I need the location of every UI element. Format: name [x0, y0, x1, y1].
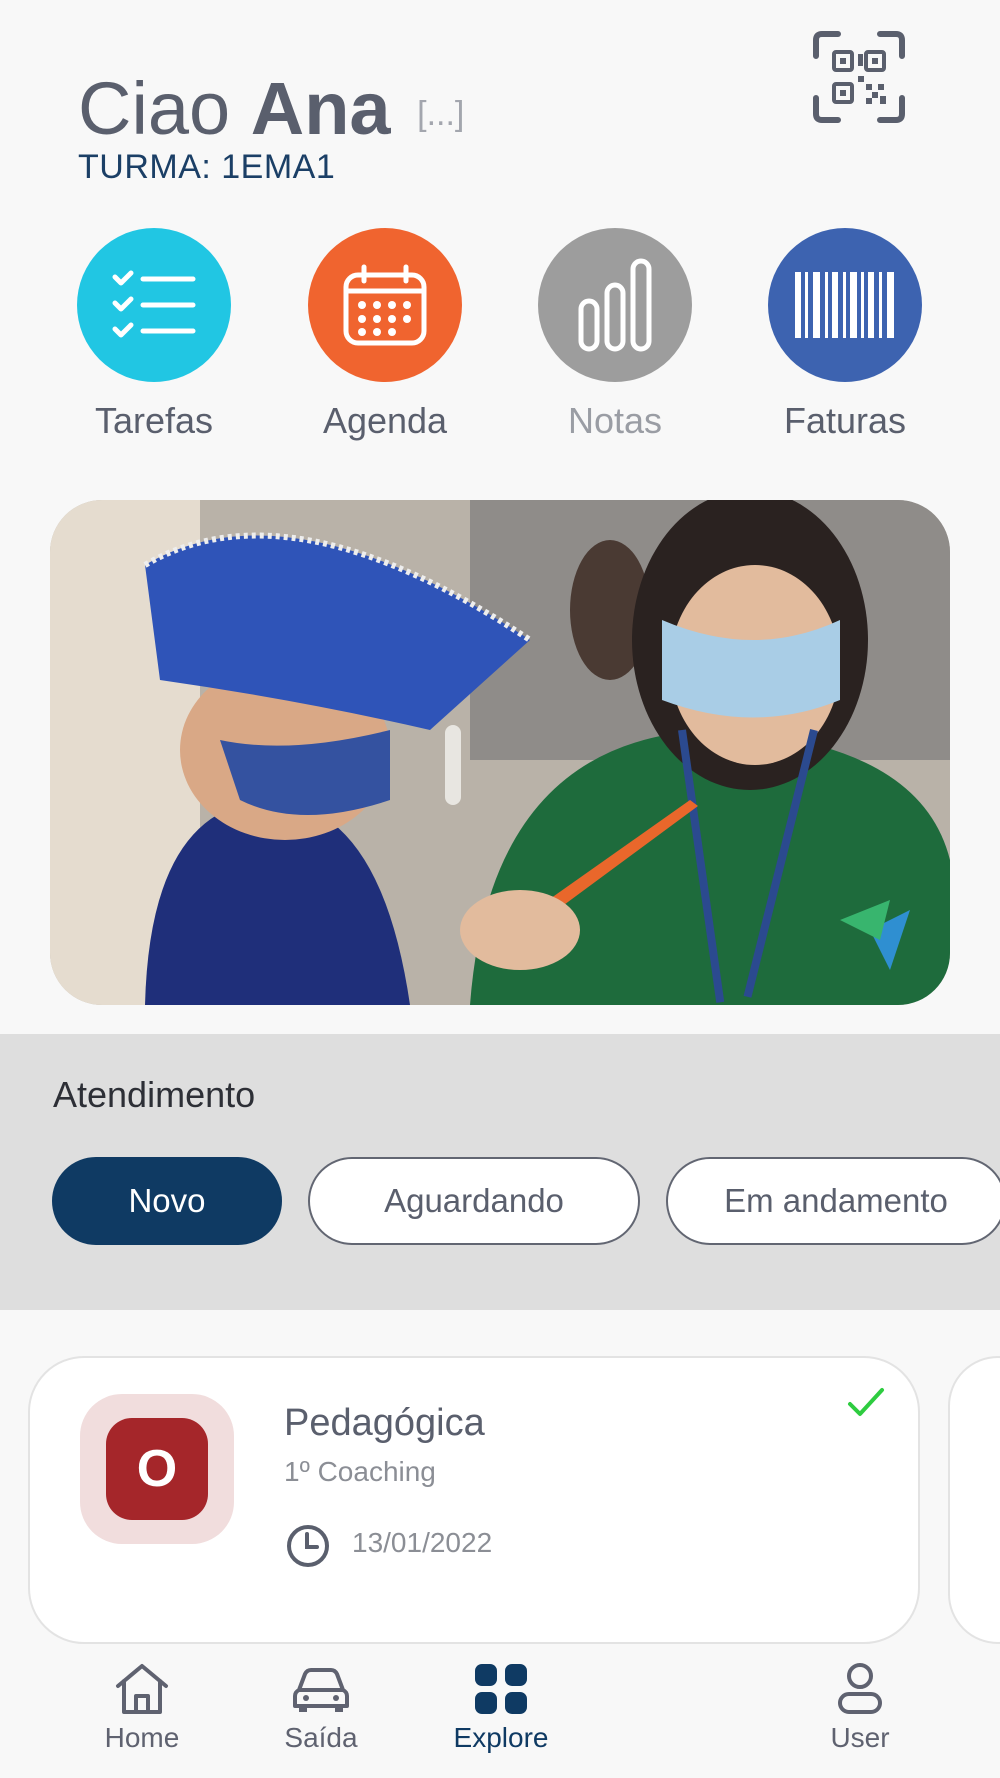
class-label: TURMA: 1EMA1: [78, 148, 336, 186]
home-icon: [116, 1664, 168, 1714]
check-icon: [848, 1388, 884, 1416]
action-label: Tarefas: [94, 400, 214, 441]
nav-label: Saída: [284, 1722, 358, 1753]
nav-label: Explore: [453, 1722, 549, 1753]
action-label: Notas: [567, 400, 663, 441]
qr-code-icon[interactable]: [812, 30, 906, 124]
greeting-prefix: Ciao: [78, 67, 231, 150]
nav-saida[interactable]: Saída: [241, 1662, 401, 1754]
checklist-icon: [77, 228, 231, 382]
barcode-icon: [768, 228, 922, 382]
card-subtitle: 1º Coaching: [284, 1456, 436, 1487]
filter-novo[interactable]: Novo: [52, 1157, 282, 1245]
user-icon: [838, 1663, 882, 1714]
action-agenda[interactable]: Agenda: [270, 228, 500, 442]
filter-em-andamento[interactable]: Em andamento: [666, 1157, 1000, 1245]
nav-user[interactable]: User: [780, 1662, 940, 1754]
section-title: Atendimento: [53, 1074, 256, 1115]
nav-label: User: [830, 1722, 890, 1753]
more-link[interactable]: [...]: [417, 95, 464, 133]
next-card[interactable]: [948, 1356, 1000, 1644]
action-faturas[interactable]: Faturas: [730, 228, 960, 442]
action-label: Agenda: [322, 400, 448, 441]
avatar: O: [106, 1418, 208, 1520]
action-tarefas[interactable]: Tarefas: [39, 228, 269, 442]
calendar-icon: [308, 228, 462, 382]
grid-icon: [475, 1664, 527, 1714]
filter-aguardando[interactable]: Aguardando: [308, 1157, 640, 1245]
greeting: Ciao Ana [...]: [78, 72, 464, 146]
nav-explore[interactable]: Explore: [421, 1662, 581, 1754]
nav-home[interactable]: Home: [62, 1662, 222, 1754]
bar-chart-icon: [538, 228, 692, 382]
banner-image[interactable]: [50, 500, 950, 1005]
card-title: Pedagógica: [284, 1402, 485, 1444]
action-notas[interactable]: Notas: [500, 228, 730, 442]
card-date: 13/01/2022: [352, 1527, 493, 1558]
clock-icon: [287, 1525, 329, 1567]
action-label: Faturas: [783, 400, 907, 441]
car-icon: [293, 1668, 349, 1712]
nav-label: Home: [104, 1722, 180, 1753]
user-name: Ana: [250, 67, 391, 150]
